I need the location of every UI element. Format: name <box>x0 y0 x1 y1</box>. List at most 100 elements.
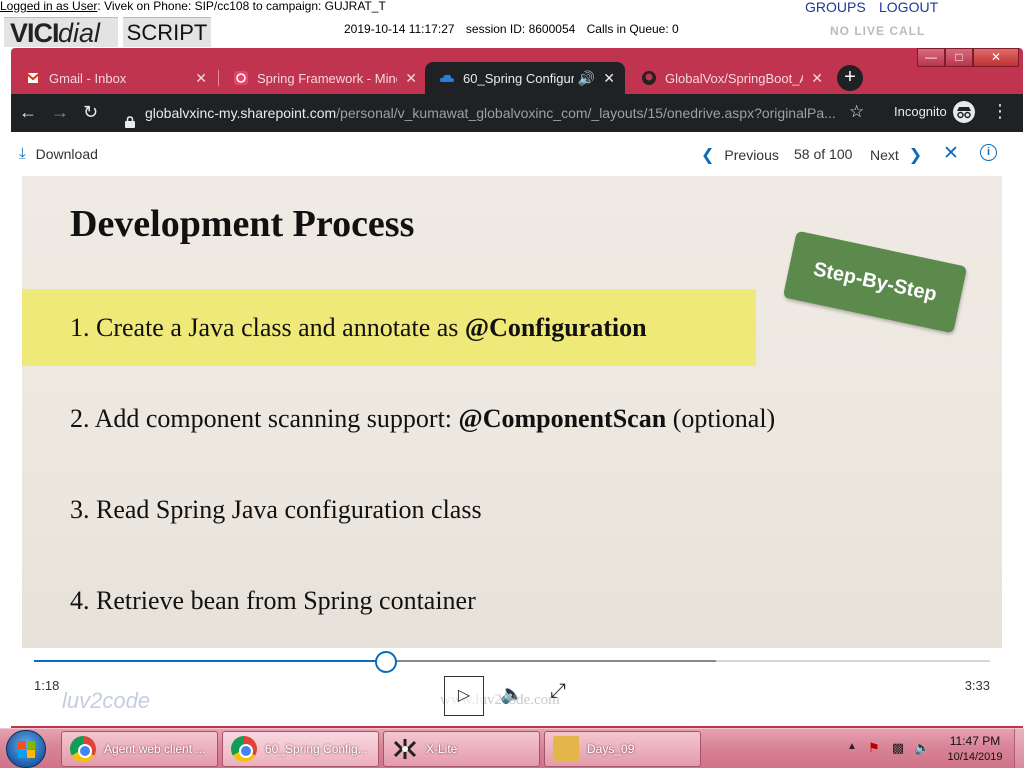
chevron-right-icon: ❯ <box>908 147 923 164</box>
more-menu-icon[interactable]: ⋮ <box>991 101 1009 122</box>
previous-label: Previous <box>724 147 779 163</box>
incognito-label: Incognito <box>894 104 947 119</box>
logged-in-link[interactable]: Logged in as User <box>0 0 97 13</box>
clock-time[interactable]: 11:47 PM <box>940 734 1010 748</box>
calls-in-queue: Calls in Queue: 0 <box>586 22 679 36</box>
audio-playing-icon[interactable]: 🔊 <box>578 70 595 87</box>
network-icon[interactable]: ▩ <box>890 740 906 756</box>
bookmark-star-icon[interactable]: ☆ <box>849 102 864 122</box>
tab-gmail[interactable]: Gmail - Inbox ✕ <box>11 62 217 94</box>
chrome-icon <box>70 736 96 762</box>
item-bold: @ComponentScan <box>458 404 667 433</box>
taskbar-label: X-Lite <box>426 742 458 756</box>
github-icon <box>641 70 657 86</box>
item-text: 1. Create a Java class and annotate as <box>70 313 465 342</box>
tab-title: Spring Framework - Mindl <box>257 70 398 86</box>
volume-icon[interactable]: 🔈 <box>500 682 524 706</box>
url-host: globalvxinc-my.sharepoint.com <box>145 105 337 121</box>
windows-logo-icon <box>18 741 36 759</box>
current-time: 1:18 <box>34 678 60 693</box>
item-text: 4. Retrieve bean from Spring container <box>70 586 476 615</box>
clock-date[interactable]: 10/14/2019 <box>940 751 1010 763</box>
system-tray: ▲ ⚑ ▩ 🔈 11:47 PM 10/14/2019 <box>838 729 1024 768</box>
close-icon[interactable]: ✕ <box>603 70 615 87</box>
flag-alert-icon[interactable]: ⚑ <box>866 740 882 756</box>
speaker-icon[interactable]: 🔈 <box>914 740 930 756</box>
slide-heading: Development Process <box>70 203 415 245</box>
lock-icon <box>125 108 135 128</box>
taskbar-item-agent-web-client[interactable]: Agent web client ... <box>61 731 218 767</box>
next-button[interactable]: Next ❯ <box>870 145 922 165</box>
seek-thumb[interactable] <box>374 651 397 673</box>
close-icon[interactable]: ✕ <box>811 70 823 87</box>
tab-title: Gmail - Inbox <box>49 70 127 86</box>
item-counter: 58 of 100 <box>794 146 853 162</box>
browser-toolbar: ← → ↻ globalvxinc-my.sharepoint.com/pers… <box>11 94 1023 132</box>
tab-github[interactable]: GlobalVox/SpringBoot_An ✕ <box>627 62 833 94</box>
download-icon: ⤓ <box>19 145 26 162</box>
script-tab[interactable]: SCRIPT <box>123 17 211 47</box>
player-controls: 1:18 3:33 luv2code www.luv2code.com ▷ 🔈 … <box>22 648 1002 726</box>
logo-dial-text: dial <box>58 18 101 48</box>
address-bar[interactable]: globalvxinc-my.sharepoint.com/personal/v… <box>113 98 883 128</box>
tab-spring-configuration[interactable]: 60_Spring Configurati 🔊 ✕ <box>425 62 625 94</box>
back-arrow-icon[interactable]: ← <box>19 102 37 123</box>
download-label: Download <box>35 145 98 162</box>
tab-spring-framework[interactable]: Spring Framework - Mindl ✕ <box>219 62 427 94</box>
next-label: Next <box>870 147 899 163</box>
video-player[interactable]: Development Process 1. Create a Java cla… <box>22 176 1002 726</box>
vicidial-logo: VICI dial <box>4 17 118 48</box>
previous-button[interactable]: ❮ Previous <box>701 145 779 165</box>
close-icon[interactable]: ✕ <box>195 70 207 87</box>
taskbar-item-spring-config[interactable]: 60_Spring Config... <box>222 731 379 767</box>
taskbar-item-days-09[interactable]: Days_09 <box>544 731 701 767</box>
start-button[interactable] <box>6 730 46 768</box>
item-text: 2. Add component scanning support: <box>70 404 459 433</box>
play-icon: ▷ <box>457 687 471 704</box>
session-datetime: 2019-10-14 11:17:27 <box>344 22 455 36</box>
session-id: session ID: 8600054 <box>465 22 576 36</box>
new-tab-button[interactable]: + <box>837 65 863 91</box>
no-live-call-status: NO LIVE CALL <box>830 24 926 38</box>
item-text: 3. Read Spring Java configuration class <box>70 495 482 524</box>
incognito-icon[interactable] <box>953 101 975 123</box>
item-text-post: (optional) <box>666 404 776 433</box>
play-button[interactable]: ▷ <box>444 676 484 716</box>
video-frame: Development Process 1. Create a Java cla… <box>22 176 1002 648</box>
logout-link[interactable]: LOGOUT <box>879 0 938 15</box>
watermark-logo: luv2code <box>62 688 151 713</box>
onedrive-icon <box>439 70 455 86</box>
mindmap-icon <box>233 70 249 86</box>
logo-vici-text: VICI <box>10 18 60 48</box>
tab-title: 60_Spring Configurati <box>463 70 574 86</box>
reload-icon[interactable]: ↻ <box>83 102 98 123</box>
groups-link[interactable]: GROUPS <box>805 0 866 15</box>
folder-icon <box>553 736 579 762</box>
step-by-step-badge: Step-By-Step <box>782 230 968 334</box>
slide-item-4: 4. Retrieve bean from Spring container <box>70 586 476 616</box>
viewer-toolbar: ⤓ Download ❮ Previous 58 of 100 Next ❯ ✕… <box>11 132 1023 176</box>
slide-item-1: 1. Create a Java class and annotate as @… <box>70 313 647 343</box>
login-details: : Vivek on Phone: SIP/cc108 to campaign:… <box>97 0 386 13</box>
slide-item-2: 2. Add component scanning support: @Comp… <box>70 404 775 434</box>
url-path: /personal/v_kumawat_globalvoxinc_com/_la… <box>336 105 836 121</box>
chrome-window: — □ ✕ Gmail - Inbox ✕ Spring Framework -… <box>11 48 1023 728</box>
session-info: 2019-10-14 11:17:27 session ID: 8600054 … <box>344 22 687 36</box>
xlite-icon <box>392 736 418 762</box>
download-button[interactable]: ⤓ Download <box>19 145 98 162</box>
login-info: Logged in as User: Vivek on Phone: SIP/c… <box>0 0 386 13</box>
slide-item-3: 3. Read Spring Java configuration class <box>70 495 482 525</box>
forward-arrow-icon[interactable]: → <box>51 102 69 123</box>
taskbar-label: 60_Spring Config... <box>265 742 368 756</box>
fullscreen-icon[interactable]: ⤢ <box>550 680 566 703</box>
windows-taskbar: Agent web client ... 60_Spring Config...… <box>0 728 1024 768</box>
tray-expand-icon[interactable]: ▲ <box>847 741 857 752</box>
info-icon[interactable]: i <box>980 144 997 161</box>
close-icon[interactable]: ✕ <box>405 70 417 87</box>
onedrive-viewer: ⤓ Download ❮ Previous 58 of 100 Next ❯ ✕… <box>11 132 1023 726</box>
viewer-close-icon[interactable]: ✕ <box>943 142 959 165</box>
total-time: 3:33 <box>964 678 990 693</box>
taskbar-item-xlite[interactable]: X-Lite <box>383 731 540 767</box>
gmail-icon <box>25 70 41 86</box>
show-desktop-button[interactable] <box>1014 729 1024 768</box>
